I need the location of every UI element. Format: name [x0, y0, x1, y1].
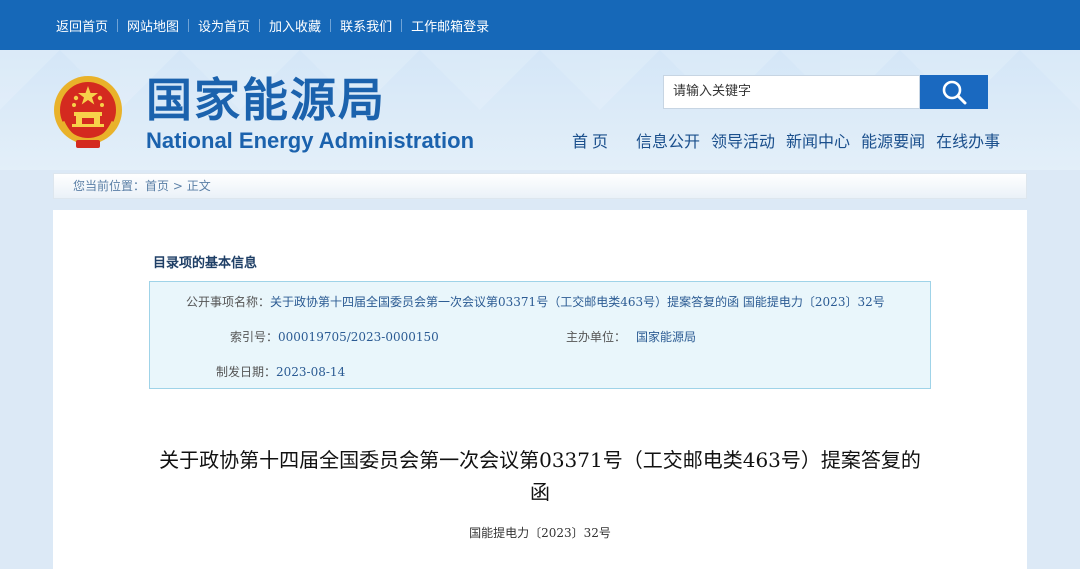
organizer-value: 国家能源局 — [636, 330, 697, 344]
organizer-row: 主办单位： 国家能源局 — [566, 328, 696, 345]
breadcrumb-separator: > — [172, 179, 183, 193]
date-value: 2023-08-14 — [276, 365, 346, 379]
nav-item-home[interactable]: 首页 — [572, 128, 612, 152]
nav-item-online-services[interactable]: 在线办事 — [936, 128, 1000, 152]
search-icon — [942, 80, 967, 105]
nav-item-energy-news[interactable]: 能源要闻 — [861, 128, 925, 152]
divider — [330, 18, 332, 32]
index-row: 索引号：000019705/2023-0000150 — [230, 328, 439, 345]
topbar-link-set-homepage[interactable]: 设为首页 — [198, 16, 250, 35]
organizer-label: 主办单位： — [566, 330, 627, 344]
content-panel: 目录项的基本信息 公开事项名称：关于政协第十四届全国委员会第一次会议第03371… — [53, 210, 1027, 569]
breadcrumb-home-link[interactable]: 首页 — [145, 179, 169, 193]
divider — [259, 18, 261, 32]
info-section-title: 目录项的基本信息 — [153, 256, 258, 271]
date-row: 制发日期：2023-08-14 — [216, 363, 345, 380]
nav-item-news-center[interactable]: 新闻中心 — [786, 128, 850, 152]
breadcrumb: 您当前位置：首页 > 正文 — [53, 173, 1027, 199]
topbar-link-add-favorite[interactable]: 加入收藏 — [269, 16, 321, 35]
search-bar: 请输入关键字 — [663, 75, 988, 109]
breadcrumb-current: 正文 — [186, 179, 211, 193]
divider — [117, 18, 119, 32]
nav-item-leadership[interactable]: 领导活动 — [711, 128, 775, 152]
topbar-link-home[interactable]: 返回首页 — [56, 16, 108, 35]
national-emblem-icon[interactable] — [52, 74, 124, 150]
topbar-link-sitemap[interactable]: 网站地图 — [127, 16, 179, 35]
divider — [188, 18, 190, 32]
top-utility-bar: 返回首页 网站地图 设为首页 加入收藏 联系我们 工作邮箱登录 — [0, 0, 1080, 50]
nav-item-info-disclosure[interactable]: 信息公开 — [636, 128, 700, 152]
date-label: 制发日期： — [216, 365, 277, 379]
breadcrumb-prefix: 您当前位置： — [73, 179, 146, 193]
main-navigation: 首页 信息公开 领导活动 新闻中心 能源要闻 在线办事 — [572, 128, 1011, 152]
metadata-box: 公开事项名称：关于政协第十四届全国委员会第一次会议第03371号（工交邮电类46… — [149, 281, 931, 389]
site-header: 国家能源局 National Energy Administration 请输入… — [0, 50, 1080, 170]
index-value: 000019705/2023-0000150 — [278, 330, 439, 344]
public-item-value: 关于政协第十四届全国委员会第一次会议第03371号（工交邮电类463号）提案答复… — [270, 295, 885, 309]
site-logo-chinese[interactable]: 国家能源局 — [146, 74, 386, 126]
topbar-link-contact[interactable]: 联系我们 — [340, 16, 392, 35]
public-item-row: 公开事项名称：关于政协第十四届全国委员会第一次会议第03371号（工交邮电类46… — [186, 293, 885, 310]
search-input[interactable]: 请输入关键字 — [663, 75, 920, 109]
article-title: 关于政协第十四届全国委员会第一次会议第03371号（工交邮电类463号）提案答复… — [159, 448, 921, 504]
site-logo-english[interactable]: National Energy Administration — [146, 128, 474, 154]
index-label: 索引号： — [230, 330, 279, 344]
topbar-link-work-email[interactable]: 工作邮箱登录 — [411, 16, 489, 35]
search-button[interactable] — [920, 75, 988, 109]
divider — [401, 18, 403, 32]
public-item-label: 公开事项名称： — [186, 295, 271, 309]
document-number: 国能提电力〔2023〕32号 — [469, 526, 611, 540]
